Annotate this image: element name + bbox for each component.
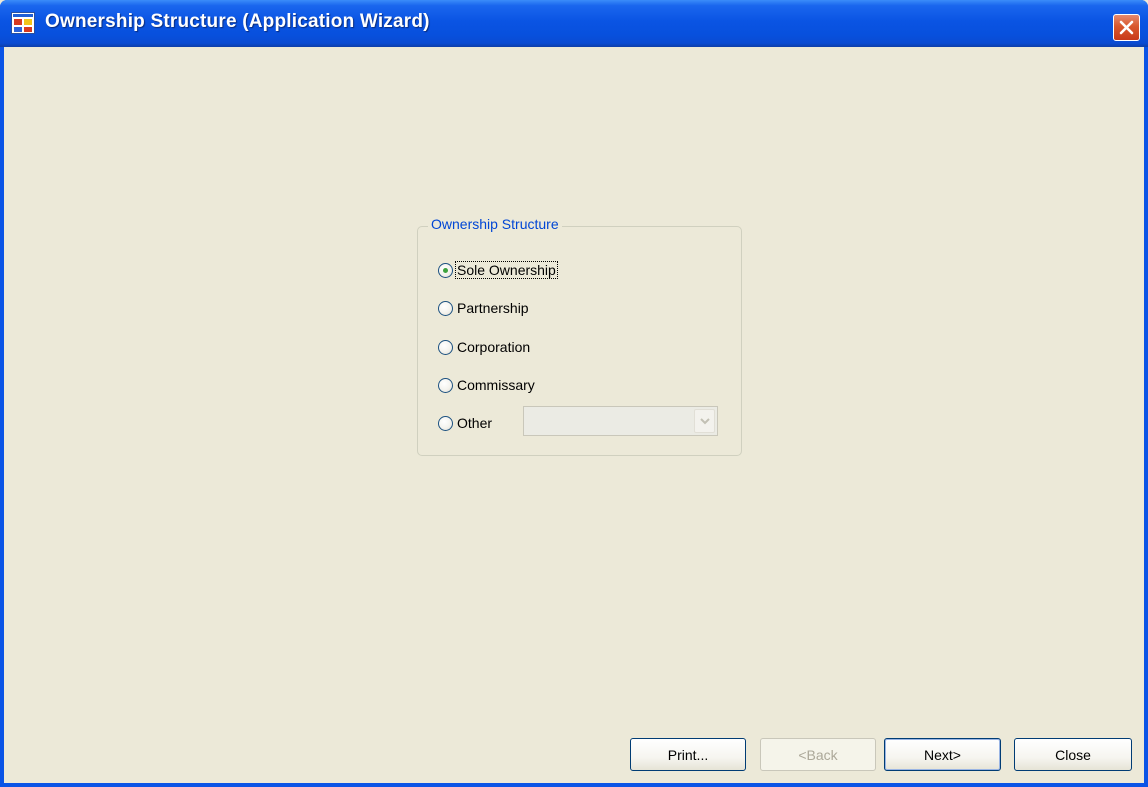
- radio-label-other[interactable]: Other: [456, 415, 493, 431]
- window-title: Ownership Structure (Application Wizard): [45, 11, 430, 32]
- radio-button[interactable]: [438, 300, 453, 316]
- back-button[interactable]: <Back: [760, 738, 876, 771]
- print-button[interactable]: Print...: [630, 738, 746, 771]
- group-legend: Ownership Structure: [428, 216, 562, 232]
- radio-other[interactable]: Other: [438, 412, 493, 434]
- radio-button[interactable]: [438, 377, 453, 393]
- radio-button[interactable]: [438, 415, 453, 431]
- other-type-combobox[interactable]: [523, 406, 718, 436]
- radio-corporation[interactable]: Corporation: [438, 336, 531, 358]
- radio-button-checked[interactable]: [438, 262, 453, 278]
- radio-commissary[interactable]: Commissary: [438, 374, 536, 396]
- radio-sole-ownership[interactable]: Sole Ownership: [438, 259, 558, 281]
- next-button[interactable]: Next>: [884, 738, 1001, 771]
- wizard-client-area: Ownership Structure Sole Ownership Partn…: [4, 47, 1144, 783]
- radio-label-sole-ownership[interactable]: Sole Ownership: [455, 261, 558, 279]
- close-icon: [1119, 20, 1134, 35]
- radio-partnership[interactable]: Partnership: [438, 297, 530, 319]
- app-icon: [11, 12, 35, 34]
- radio-button[interactable]: [438, 339, 453, 355]
- radio-label-commissary[interactable]: Commissary: [456, 377, 536, 393]
- radio-label-corporation[interactable]: Corporation: [456, 339, 531, 355]
- application-window: Ownership Structure (Application Wizard)…: [0, 0, 1148, 787]
- window-close-button[interactable]: [1113, 14, 1140, 41]
- radio-label-partnership[interactable]: Partnership: [456, 300, 530, 316]
- ownership-structure-group: Ownership Structure Sole Ownership Partn…: [417, 216, 742, 456]
- chevron-down-icon: [700, 418, 710, 425]
- title-bar[interactable]: Ownership Structure (Application Wizard): [0, 0, 1148, 47]
- combo-dropdown-button[interactable]: [694, 409, 715, 433]
- close-button[interactable]: Close: [1014, 738, 1132, 771]
